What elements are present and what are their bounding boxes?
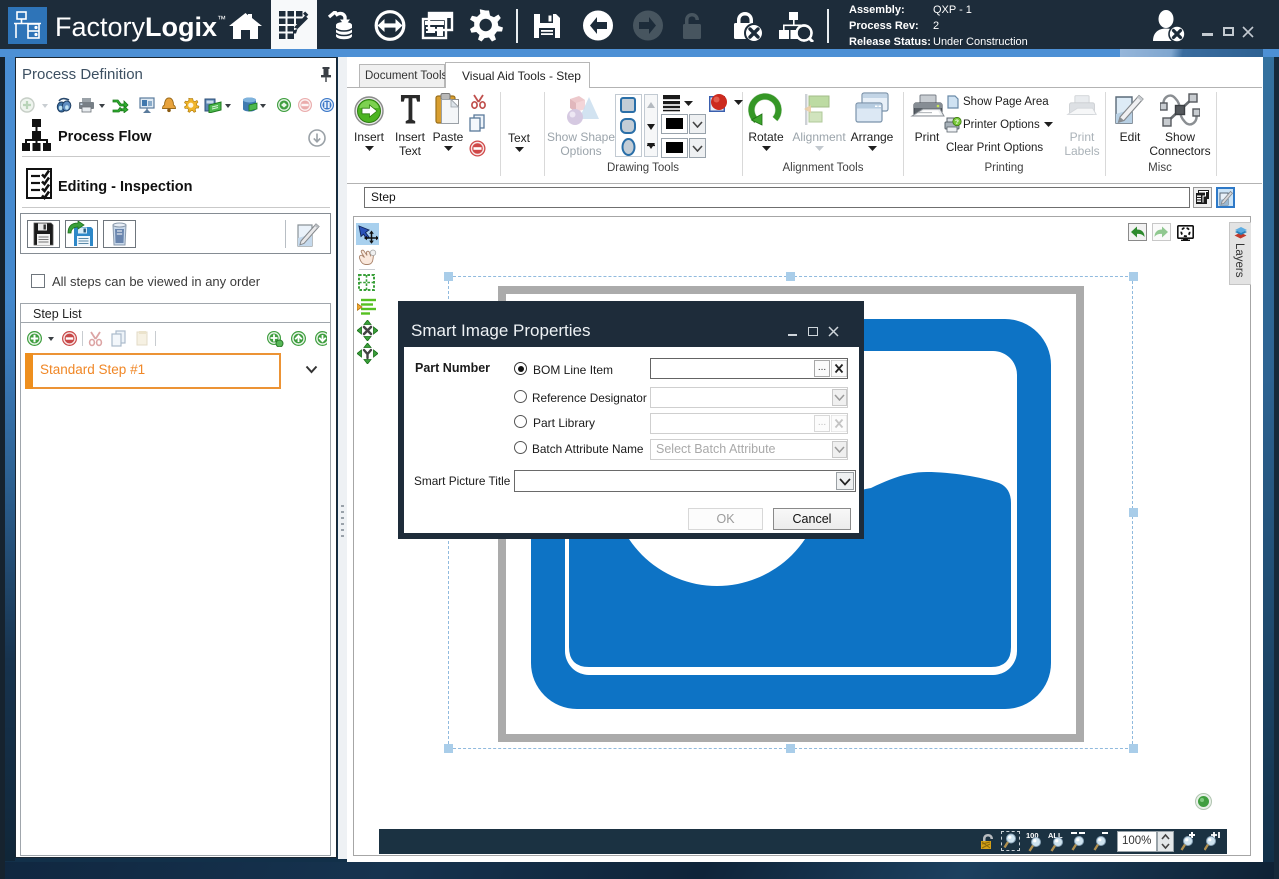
svg-text:?: ? <box>955 119 959 126</box>
